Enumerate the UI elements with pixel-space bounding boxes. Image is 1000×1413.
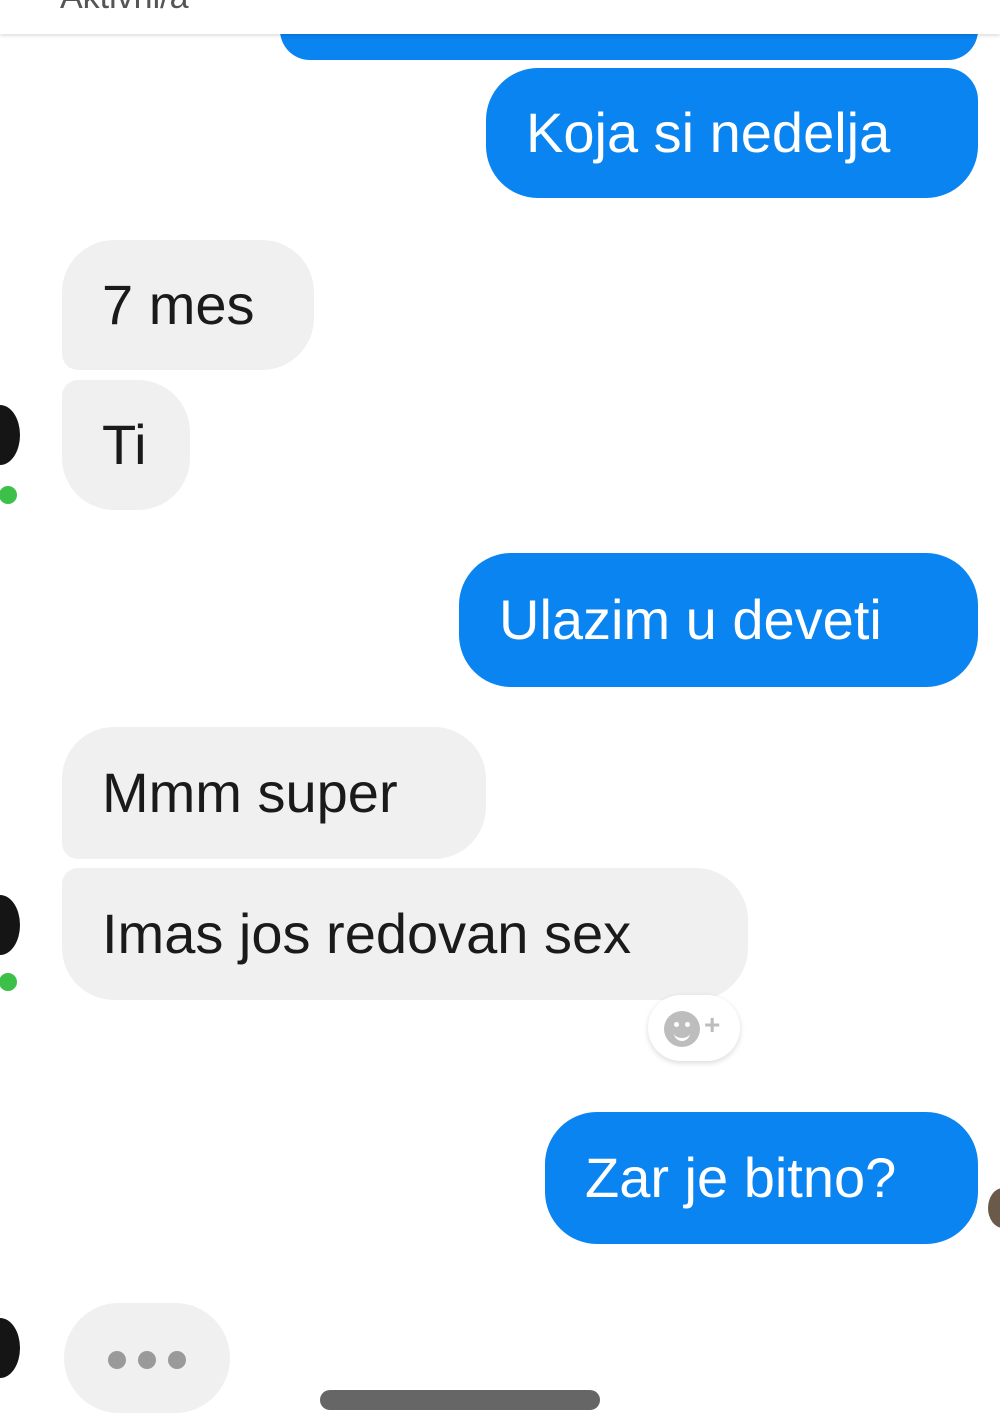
message-bubble-received[interactable]: 7 mes [62,240,314,370]
online-status-icon [0,483,20,507]
typing-dot [138,1351,156,1369]
contact-status: Aktivni/a [60,0,189,17]
message-text: Ti [102,413,147,476]
input-bar-edge [320,1390,600,1410]
message-bubble-sent[interactable]: Koja si nedelja [486,68,978,198]
typing-dot [108,1351,126,1369]
message-bubble-sent[interactable]: Ulazim u deveti [459,553,978,687]
contact-avatar[interactable] [0,405,20,465]
message-text: Mmm super [102,761,398,824]
chat-header: Aktivni/a [0,0,1000,34]
message-text: Zar je bitno? [585,1146,897,1209]
message-bubble-received[interactable]: Ti [62,380,190,510]
message-bubble-received[interactable]: Mmm super [62,727,486,859]
typing-indicator-icon [64,1303,230,1413]
add-reaction-button[interactable]: + [648,995,740,1061]
typing-dot [168,1351,186,1369]
contact-avatar[interactable] [0,895,20,955]
message-text: 7 mes [102,273,255,336]
message-text: Ulazim u deveti [499,588,882,651]
add-reaction-icon [664,1011,700,1047]
read-receipt-avatar [988,1188,1000,1228]
message-bubble-sent[interactable]: Zar je bitno? [545,1112,978,1244]
message-text: Koja si nedelja [526,101,891,164]
online-status-icon [0,970,20,994]
message-bubble-received[interactable]: Imas jos redovan sex [62,868,748,1000]
contact-avatar[interactable] [0,1318,20,1378]
message-text: Imas jos redovan sex [102,902,632,965]
